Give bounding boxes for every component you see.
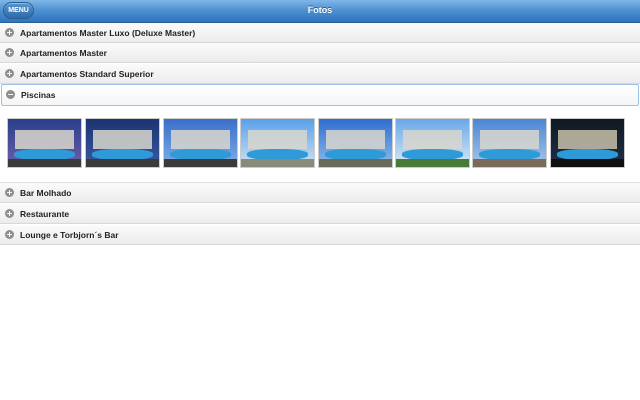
section-piscinas[interactable]: − Piscinas	[1, 84, 639, 106]
plus-circle-icon: +	[5, 48, 14, 57]
pool-photo-thumbnail[interactable]	[472, 118, 547, 168]
plus-circle-icon: +	[5, 188, 14, 197]
plus-circle-icon: +	[5, 69, 14, 78]
section-apartamentos-master[interactable]: + Apartamentos Master	[0, 43, 640, 63]
section-label: Lounge e Torbjorn´s Bar	[20, 230, 119, 240]
pool-photo-thumbnail[interactable]	[395, 118, 470, 168]
page-title: Fotos	[307, 5, 333, 15]
section-lounge-torbjorns-bar[interactable]: + Lounge e Torbjorn´s Bar	[0, 225, 640, 245]
pool-photo-thumbnail[interactable]	[163, 118, 238, 168]
app-header: Fotos MENU	[0, 0, 640, 23]
pool-photo-thumbnail[interactable]	[7, 118, 82, 168]
plus-circle-icon: +	[5, 209, 14, 218]
plus-circle-icon: +	[5, 230, 14, 239]
piscinas-photo-gallery	[0, 106, 640, 183]
section-label: Bar Molhado	[20, 188, 72, 198]
pool-photo-thumbnail[interactable]	[318, 118, 393, 168]
section-apartamentos-standard-superior[interactable]: + Apartamentos Standard Superior	[0, 64, 640, 84]
section-label: Apartamentos Standard Superior	[20, 69, 154, 79]
section-bar-molhado[interactable]: + Bar Molhado	[0, 183, 640, 203]
section-label: Piscinas	[21, 90, 56, 100]
menu-button[interactable]: MENU	[3, 2, 34, 19]
pool-photo-thumbnail[interactable]	[550, 118, 625, 168]
section-restaurante[interactable]: + Restaurante	[0, 204, 640, 224]
plus-circle-icon: +	[5, 28, 14, 37]
minus-circle-icon: −	[6, 90, 15, 99]
pool-photo-thumbnail[interactable]	[85, 118, 160, 168]
section-label: Apartamentos Master	[20, 48, 107, 58]
section-label: Restaurante	[20, 209, 70, 219]
pool-photo-thumbnail[interactable]	[240, 118, 315, 168]
section-apartamentos-master-luxo[interactable]: + Apartamentos Master Luxo (Deluxe Maste…	[0, 23, 640, 43]
section-label: Apartamentos Master Luxo (Deluxe Master)	[20, 28, 196, 38]
